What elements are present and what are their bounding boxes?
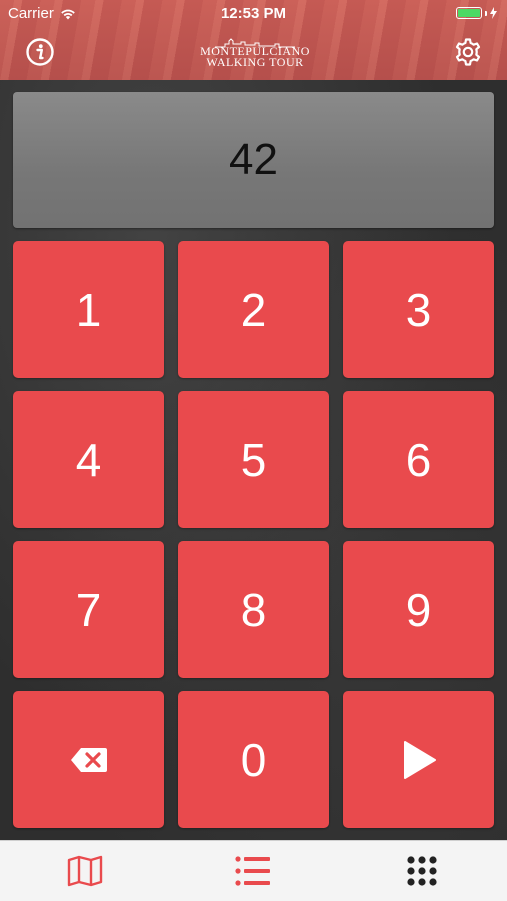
tab-bar <box>0 840 507 901</box>
skyline-icon <box>215 38 295 48</box>
key-2[interactable]: 2 <box>178 241 329 378</box>
tab-keypad[interactable] <box>402 851 442 891</box>
key-1[interactable]: 1 <box>13 241 164 378</box>
info-button[interactable] <box>25 37 55 67</box>
list-icon <box>235 856 270 886</box>
delete-button[interactable] <box>13 691 164 828</box>
app-logo: MONTEPULCIANO WALKING TOUR <box>195 36 315 74</box>
grid-icon <box>407 856 437 886</box>
key-3[interactable]: 3 <box>343 241 494 378</box>
code-value: 42 <box>229 135 278 184</box>
key-8[interactable]: 8 <box>178 541 329 678</box>
logo-subtitle: WALKING TOUR <box>206 55 304 69</box>
key-9[interactable]: 9 <box>343 541 494 678</box>
map-icon <box>67 855 103 887</box>
clock: 12:53 PM <box>220 5 287 22</box>
gear-icon <box>455 38 481 66</box>
tab-list[interactable] <box>233 851 273 891</box>
backspace-icon <box>70 747 107 772</box>
key-6[interactable]: 6 <box>343 391 494 528</box>
key-5[interactable]: 5 <box>178 391 329 528</box>
tab-map[interactable] <box>65 851 105 891</box>
code-display: 42 <box>13 92 494 228</box>
battery-indicator <box>456 7 497 19</box>
settings-button[interactable] <box>453 37 483 67</box>
header: Carrier 12:53 PM MONTEPULCIANO WALKING T… <box>0 0 507 80</box>
status-bar: Carrier 12:53 PM <box>0 0 507 28</box>
key-0[interactable]: 0 <box>178 691 329 828</box>
play-icon <box>403 740 436 779</box>
key-4[interactable]: 4 <box>13 391 164 528</box>
key-7[interactable]: 7 <box>13 541 164 678</box>
play-button[interactable] <box>343 691 494 828</box>
info-icon <box>26 38 54 66</box>
charging-icon <box>490 7 497 19</box>
